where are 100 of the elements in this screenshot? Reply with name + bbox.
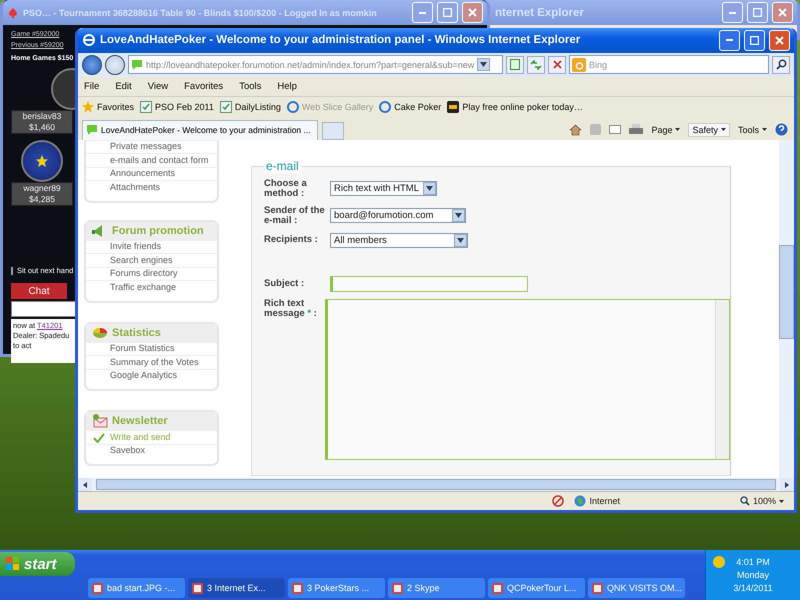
group-title: Forum promotion: [112, 224, 204, 237]
scroll-thumb[interactable]: [779, 244, 794, 339]
menu-item[interactable]: View: [148, 80, 168, 92]
sidebar-item[interactable]: Forums directory: [86, 266, 217, 280]
favorites-link[interactable]: DailyListing: [220, 101, 281, 114]
search-icon: [776, 59, 786, 70]
right-arrow-icon: [785, 482, 789, 488]
sidebar-item[interactable]: e-mails and contact form: [86, 153, 217, 167]
back-button[interactable]: [82, 54, 102, 75]
maximize-button[interactable]: [744, 30, 765, 51]
caret-icon: [455, 213, 462, 218]
taskbar-button[interactable]: QNK VISITS OM...: [588, 578, 685, 598]
window-title: LoveAndHatePoker - Welcome to your administration panel - Windows Internet Explorer: [100, 34, 582, 46]
sidebar-item[interactable]: Savebox: [86, 444, 217, 458]
caret-icon: [480, 62, 488, 68]
stop-button[interactable]: [548, 56, 566, 74]
menu-item[interactable]: File: [84, 80, 100, 92]
taskbar-button[interactable]: QCPokerTour L...: [488, 578, 585, 598]
sidebar-item[interactable]: Forum Statistics: [86, 342, 217, 356]
clock-time: 4:01 PM: [736, 556, 770, 568]
page-icon: [220, 101, 232, 114]
player-name: wagner89: [22, 183, 62, 194]
field-label: Rich text message * :: [264, 298, 318, 319]
sidebar-item[interactable]: Summary of the Votes: [86, 355, 217, 369]
print-icon[interactable]: [629, 124, 644, 136]
scroll-right-button[interactable]: [780, 478, 794, 492]
menu-item[interactable]: Edit: [115, 80, 132, 92]
field-label: Sender of the e-mail :: [264, 206, 326, 226]
taskbar-button[interactable]: 3 Internet Ex...: [188, 578, 285, 598]
globe-icon: [574, 495, 586, 508]
star-icon: [35, 154, 49, 168]
browser-tab[interactable]: LoveAndHatePoker - Welcome to your administration ...: [82, 120, 318, 140]
spade-icon: [7, 6, 19, 18]
windows-logo-icon: [6, 557, 20, 571]
favorites-link[interactable]: Cake Poker: [379, 101, 442, 114]
command-menu[interactable]: Tools: [738, 124, 767, 135]
url-text: http://loveandhatepoker.forumotion.net/admin/index.forum?part=general&sub=new: [146, 60, 474, 70]
taskbar-button[interactable]: bad start.JPG -...: [88, 578, 185, 598]
field-label: Subject :: [264, 278, 306, 289]
favorites-link[interactable]: Favorites: [82, 101, 134, 114]
page-icon: [510, 59, 520, 70]
home-icon[interactable]: [569, 124, 582, 136]
compatibility-button[interactable]: [506, 56, 524, 74]
close-icon: [468, 8, 477, 17]
sidebar-item[interactable]: Attachments: [86, 180, 217, 194]
browser-e-icon: [82, 33, 96, 48]
clock-date: 3/14/2011: [733, 582, 773, 594]
browser-e-icon: [286, 101, 299, 114]
dropdown[interactable]: All members: [330, 232, 468, 248]
refresh-icon: [530, 60, 542, 70]
address-bar[interactable]: http://loveandhatepoker.forumotion.net/admin/index.forum?part=general&sub=new: [128, 55, 503, 74]
scroll-left-button[interactable]: [78, 478, 92, 492]
bing-logo-icon: [572, 58, 586, 72]
sidebar-item[interactable]: Search engines: [86, 253, 217, 267]
app-icon: [292, 582, 303, 594]
field-label: Choose a method :: [264, 178, 308, 199]
search-button[interactable]: [772, 56, 790, 74]
help-icon[interactable]: [775, 123, 788, 136]
envelope-icon: [92, 413, 108, 430]
search-placeholder: Bing: [589, 60, 608, 70]
mail-icon[interactable]: [609, 125, 622, 134]
menu-item[interactable]: Favorites: [184, 80, 224, 92]
minimize-icon: [726, 39, 733, 42]
sidebar-item[interactable]: Private messages: [86, 140, 217, 154]
security-zone: Internet: [574, 495, 620, 508]
scrollbar[interactable]: [715, 300, 729, 459]
app-icon: [392, 582, 403, 594]
section-title: e-mail: [264, 158, 301, 173]
scrollbar[interactable]: [779, 140, 794, 478]
sidebar-item[interactable]: Google Analytics: [86, 368, 217, 382]
menu-item[interactable]: Tools: [239, 80, 262, 92]
scroll-thumb[interactable]: [96, 479, 776, 490]
taskbar-button[interactable]: 2 Skype: [388, 578, 485, 598]
caret-icon: [762, 128, 767, 132]
text-input[interactable]: [330, 276, 528, 292]
chip-count: $1,460: [28, 122, 56, 133]
favorites-link[interactable]: PSO Feb 2011: [140, 101, 214, 114]
sidebar-item[interactable]: Announcements: [86, 166, 217, 180]
favorites-link[interactable]: Play free online poker today…: [447, 101, 583, 114]
player-name: berislav83: [22, 111, 62, 122]
minimize-button[interactable]: [719, 30, 740, 51]
clock-day: Monday: [736, 568, 770, 582]
refresh-button[interactable]: [527, 56, 545, 74]
browser-e-icon: [379, 101, 392, 114]
sidebar-item[interactable]: Traffic exchange: [86, 280, 217, 294]
taskbar-button[interactable]: 3 PokerStars ...: [288, 578, 385, 598]
command-menu[interactable]: Safety: [688, 122, 730, 137]
command-menu[interactable]: Page: [651, 124, 680, 135]
caret-icon: [426, 186, 433, 192]
dropdown-button[interactable]: [477, 58, 490, 72]
zoom-button[interactable]: 100%: [740, 496, 784, 506]
sidebar-item[interactable]: Invite friends: [86, 240, 217, 254]
menu-item[interactable]: Help: [277, 80, 297, 92]
dropdown[interactable]: board@forumotion.com: [330, 208, 466, 224]
close-button[interactable]: [769, 30, 790, 51]
star-icon: [82, 101, 94, 114]
app-icon: [492, 582, 503, 594]
forward-button[interactable]: [105, 54, 125, 75]
dropdown[interactable]: Rich text with HTML: [330, 181, 437, 196]
text-area[interactable]: [324, 298, 730, 460]
